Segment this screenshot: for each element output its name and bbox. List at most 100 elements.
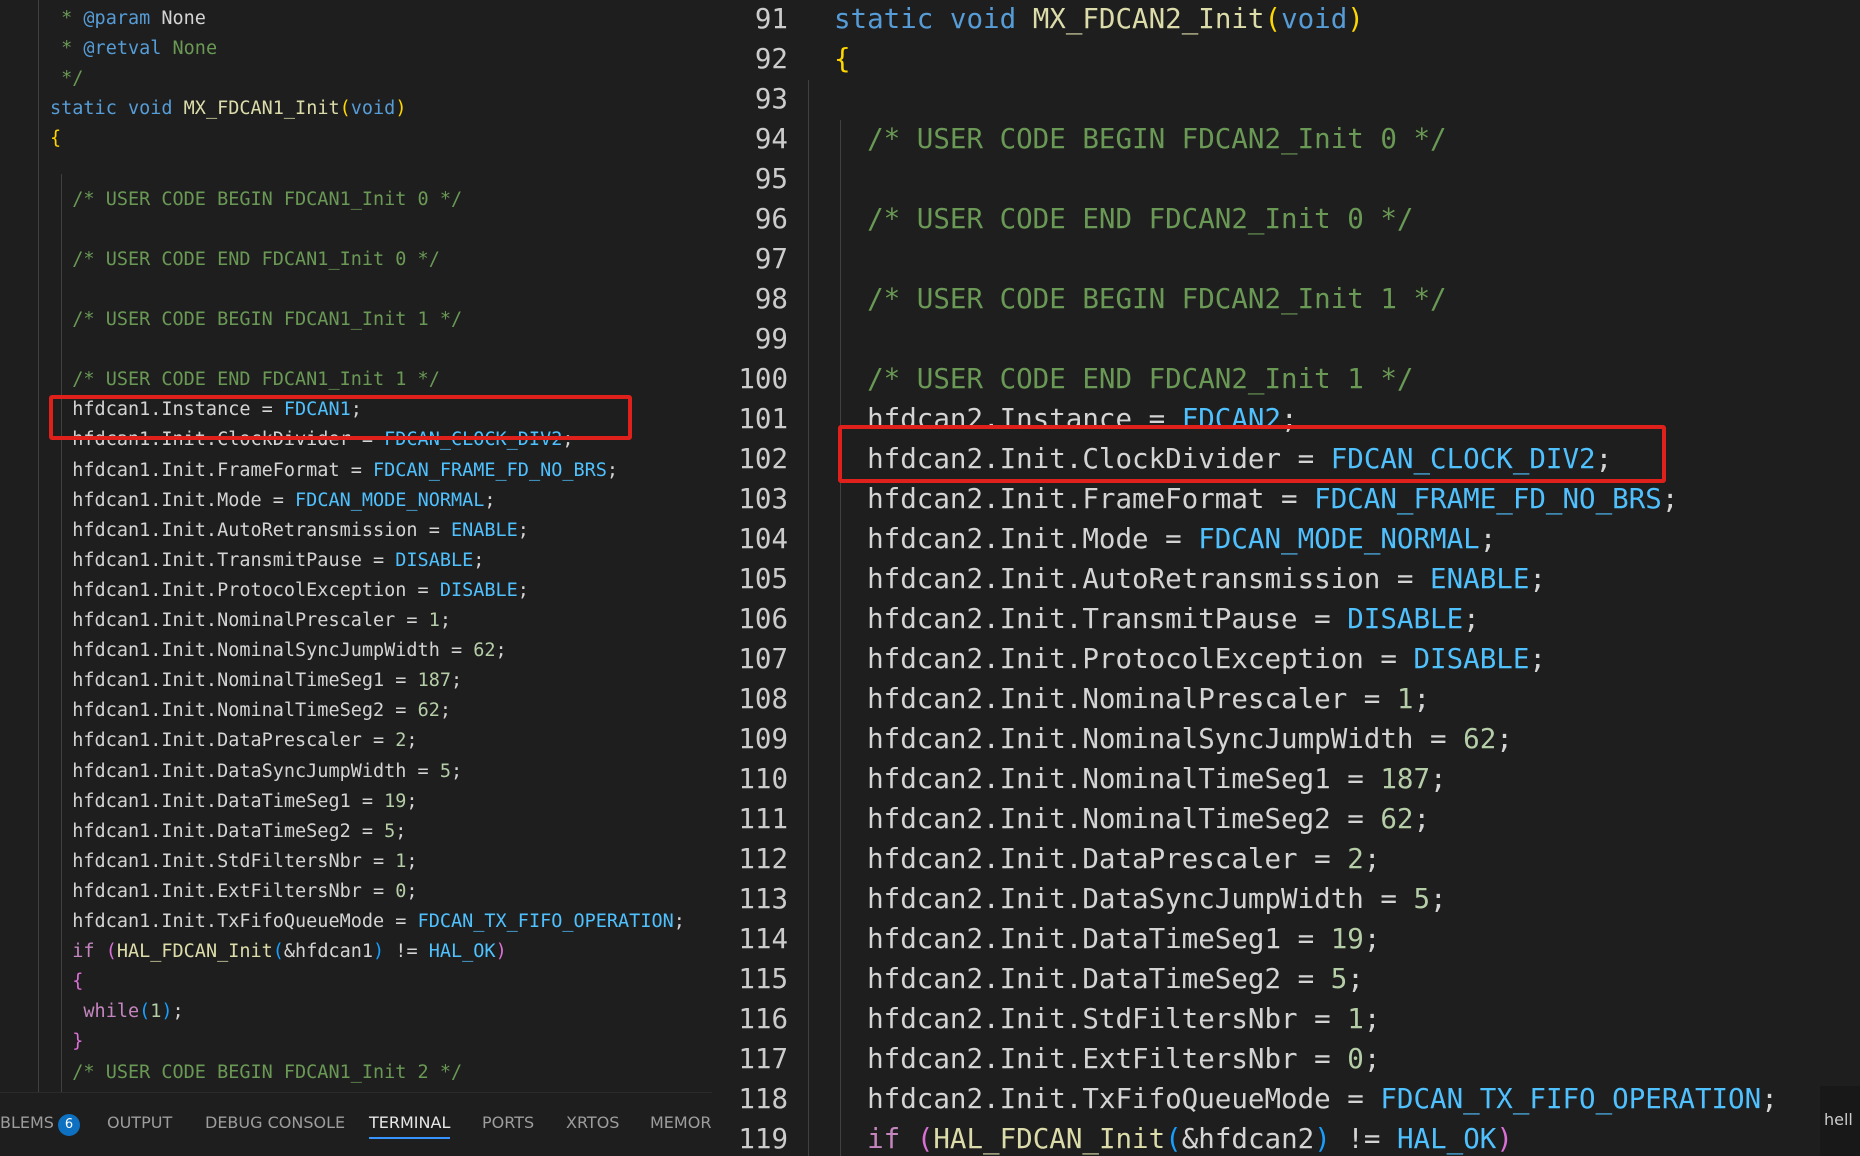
- code-line[interactable]: hfdcan1.Init.FrameFormat = FDCAN_FRAME_F…: [0, 457, 712, 486]
- line-number: 100: [738, 363, 788, 395]
- code-line[interactable]: {: [0, 968, 712, 997]
- code-line[interactable]: 116 hfdcan2.Init.StdFiltersNbr = 1;: [712, 999, 1860, 1039]
- code-line[interactable]: hfdcan1.Init.NominalSyncJumpWidth = 62;: [0, 637, 712, 666]
- code-line[interactable]: hfdcan1.Init.ProtocolException = DISABLE…: [0, 577, 712, 606]
- code-line[interactable]: 114 hfdcan2.Init.DataTimeSeg1 = 19;: [712, 919, 1860, 959]
- code-line[interactable]: 99: [712, 319, 1860, 359]
- code-line[interactable]: hfdcan1.Init.TxFifoQueueMode = FDCAN_TX_…: [0, 908, 712, 937]
- code-token: ;: [1413, 803, 1431, 835]
- code-token: 187: [417, 670, 451, 692]
- code-line[interactable]: 103 hfdcan2.Init.FrameFormat = FDCAN_FRA…: [712, 479, 1860, 519]
- code-line[interactable]: /* USER CODE END FDCAN1_Init 0 */: [0, 246, 712, 275]
- code-line[interactable]: hfdcan1.Init.DataSyncJumpWidth = 5;: [0, 758, 712, 787]
- code-line[interactable]: 100 /* USER CODE END FDCAN2_Init 1 */: [712, 359, 1860, 399]
- code-line[interactable]: hfdcan1.Init.NominalPrescaler = 1;: [0, 607, 712, 636]
- tab-debug-console[interactable]: DEBUG CONSOLE: [205, 1113, 345, 1132]
- tab-terminal[interactable]: TERMINAL: [369, 1113, 451, 1139]
- code-token: ;: [395, 820, 407, 842]
- code-line[interactable]: hfdcan1.Init.DataTimeSeg1 = 19;: [0, 788, 712, 817]
- code-text: hfdcan1.Init.Mode = FDCAN_MODE_NORMAL;: [50, 487, 495, 516]
- problems-count-badge: 6: [57, 1114, 80, 1136]
- code-line[interactable]: 91 static void MX_FDCAN2_Init(void): [712, 0, 1860, 39]
- code-line[interactable]: hfdcan1.Init.TransmitPause = DISABLE;: [0, 547, 712, 576]
- code-line[interactable]: [0, 216, 712, 245]
- code-line[interactable]: hfdcan1.Init.NominalTimeSeg2 = 62;: [0, 697, 712, 726]
- code-line[interactable]: 95: [712, 159, 1860, 199]
- code-line[interactable]: 98 /* USER CODE BEGIN FDCAN2_Init 1 */: [712, 279, 1860, 319]
- code-token: DISABLE: [1347, 603, 1464, 635]
- code-line[interactable]: 107 hfdcan2.Init.ProtocolException = DIS…: [712, 639, 1860, 679]
- line-number: 118: [738, 1083, 788, 1115]
- code-line[interactable]: 106 hfdcan2.Init.TransmitPause = DISABLE…: [712, 599, 1860, 639]
- code-token: /* USER CODE BEGIN FDCAN1_Init 0 */: [50, 188, 463, 210]
- code-token: hfdcan1.Init.ExtFiltersNbr =: [50, 880, 396, 902]
- tab-memory[interactable]: MEMOR: [650, 1113, 711, 1132]
- tab-ports[interactable]: PORTS: [482, 1113, 534, 1132]
- tab-problems[interactable]: BLEMS 6: [0, 1113, 80, 1136]
- code-text: hfdcan2.Init.FrameFormat = FDCAN_FRAME_F…: [834, 479, 1678, 519]
- code-line[interactable]: 117 hfdcan2.Init.ExtFiltersNbr = 0;: [712, 1039, 1860, 1079]
- panel-tab-bar: BLEMS 6 OUTPUT DEBUG CONSOLE TERMINAL POR…: [0, 1092, 712, 1156]
- code-line[interactable]: 109 hfdcan2.Init.NominalSyncJumpWidth = …: [712, 719, 1860, 759]
- code-line[interactable]: 111 hfdcan2.Init.NominalTimeSeg2 = 62;: [712, 799, 1860, 839]
- code-line[interactable]: 96 /* USER CODE END FDCAN2_Init 0 */: [712, 199, 1860, 239]
- code-token: 5: [384, 820, 396, 842]
- code-line[interactable]: [0, 336, 712, 365]
- code-line[interactable]: * @retval None: [0, 35, 712, 64]
- code-line[interactable]: 97: [712, 239, 1860, 279]
- code-token: ): [495, 941, 507, 963]
- code-text: hfdcan2.Init.DataPrescaler = 2;: [834, 839, 1380, 879]
- code-text: hfdcan1.Init.NominalTimeSeg2 = 62;: [50, 697, 451, 726]
- code-line[interactable]: hfdcan1.Init.AutoRetransmission = ENABLE…: [0, 517, 712, 546]
- code-line[interactable]: 112 hfdcan2.Init.DataPrescaler = 2;: [712, 839, 1860, 879]
- code-line[interactable]: /* USER CODE BEGIN FDCAN1_Init 2 */: [0, 1059, 712, 1088]
- code-token: 187: [1380, 763, 1431, 795]
- code-token: *: [50, 38, 84, 60]
- code-token: hfdcan1.Init.TxFifoQueueMode =: [50, 911, 418, 932]
- left-editor-pane[interactable]: * @param None * @retval None */ static vo…: [0, 0, 712, 1156]
- code-line[interactable]: 115 hfdcan2.Init.DataTimeSeg2 = 5;: [712, 959, 1860, 999]
- code-line[interactable]: hfdcan1.Init.DataPrescaler = 2;: [0, 727, 712, 756]
- line-number: 108: [738, 683, 788, 715]
- code-line[interactable]: }: [0, 1028, 712, 1057]
- line-number: 91: [754, 3, 788, 35]
- code-token: DISABLE: [1413, 643, 1530, 675]
- code-line[interactable]: {: [0, 125, 712, 154]
- code-line[interactable]: 119 if (HAL_FDCAN_Init(&hfdcan2) != HAL_…: [712, 1119, 1860, 1156]
- code-line[interactable]: 93: [712, 79, 1860, 119]
- code-line[interactable]: static void MX_FDCAN1_Init(void): [0, 95, 712, 124]
- line-number: 107: [738, 643, 788, 675]
- code-line[interactable]: hfdcan1.Init.StdFiltersNbr = 1;: [0, 848, 712, 877]
- code-line[interactable]: 110 hfdcan2.Init.NominalTimeSeg1 = 187;: [712, 759, 1860, 799]
- code-line[interactable]: * @param None: [0, 5, 712, 34]
- tab-output[interactable]: OUTPUT: [107, 1113, 172, 1132]
- code-line[interactable]: hfdcan1.Init.NominalTimeSeg1 = 187;: [0, 667, 712, 696]
- code-token: }: [50, 1031, 84, 1053]
- code-line[interactable]: hfdcan1.Init.Mode = FDCAN_MODE_NORMAL;: [0, 487, 712, 516]
- code-token: ;: [473, 549, 485, 571]
- tab-xrtos[interactable]: XRTOS: [566, 1113, 619, 1132]
- code-line[interactable]: hfdcan1.Init.DataTimeSeg2 = 5;: [0, 818, 712, 847]
- code-text: /* USER CODE BEGIN FDCAN2_Init 0 */: [834, 119, 1446, 159]
- code-token: *: [50, 8, 84, 29]
- code-line[interactable]: 113 hfdcan2.Init.DataSyncJumpWidth = 5;: [712, 879, 1860, 919]
- code-line[interactable]: [0, 276, 712, 305]
- code-line[interactable]: 108 hfdcan2.Init.NominalPrescaler = 1;: [712, 679, 1860, 719]
- code-line[interactable]: 94 /* USER CODE BEGIN FDCAN2_Init 0 */: [712, 119, 1860, 159]
- code-line[interactable]: /* USER CODE BEGIN FDCAN1_Init 0 */: [0, 186, 712, 215]
- code-line[interactable]: 118 hfdcan2.Init.TxFifoQueueMode = FDCAN…: [712, 1079, 1860, 1119]
- code-line[interactable]: hfdcan1.Init.ExtFiltersNbr = 0;: [0, 878, 712, 907]
- code-line[interactable]: 104 hfdcan2.Init.Mode = FDCAN_MODE_NORMA…: [712, 519, 1860, 559]
- code-line[interactable]: /* USER CODE BEGIN FDCAN1_Init 1 */: [0, 306, 712, 335]
- code-token: ;: [1761, 1083, 1778, 1115]
- code-line[interactable]: 105 hfdcan2.Init.AutoRetransmission = EN…: [712, 559, 1860, 599]
- code-line[interactable]: while(1);: [0, 998, 712, 1027]
- code-line[interactable]: [0, 156, 712, 185]
- code-line[interactable]: /* USER CODE END FDCAN1_Init 1 */: [0, 366, 712, 395]
- right-editor-pane[interactable]: 91 static void MX_FDCAN2_Init(void) 92{93 9…: [712, 0, 1860, 1156]
- code-line[interactable]: if (HAL_FDCAN_Init(&hfdcan1) != HAL_OK): [0, 938, 712, 967]
- code-line[interactable]: 92 {: [712, 39, 1860, 79]
- code-token: {: [50, 971, 84, 993]
- code-line[interactable]: */: [0, 65, 712, 94]
